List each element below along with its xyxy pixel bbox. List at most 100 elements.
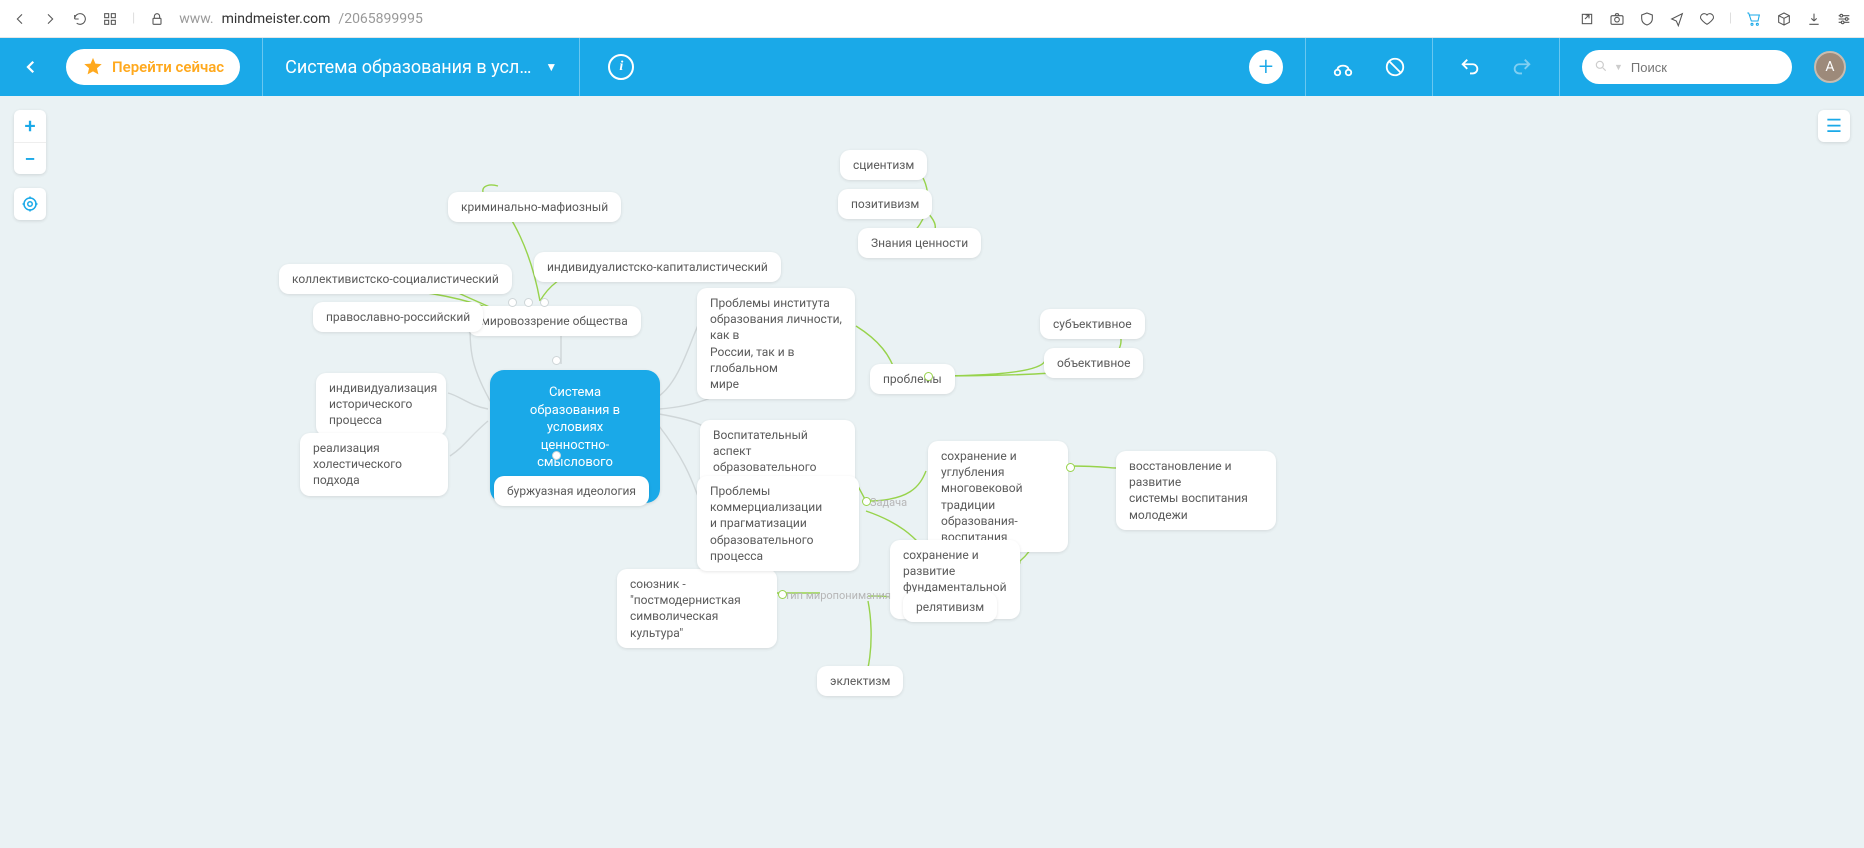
divider [1305, 38, 1306, 96]
forward-icon[interactable] [42, 11, 58, 27]
map-title: Система образования в усл… [285, 57, 531, 78]
chevron-down-icon[interactable]: ▼ [1614, 62, 1623, 73]
connector-dot [552, 451, 561, 460]
cube-icon[interactable] [1776, 11, 1792, 27]
node-label: индивидуалистско-капиталистический [547, 260, 768, 274]
node-label: союзник - "постмодернисткая символическа… [630, 577, 741, 640]
node-label: Проблемы коммерциализации и прагматизаци… [710, 484, 822, 563]
send-icon[interactable] [1669, 11, 1685, 27]
divider [262, 38, 263, 96]
camera-icon[interactable] [1609, 11, 1625, 27]
recenter-button[interactable] [14, 188, 46, 220]
search-input[interactable] [1629, 59, 1809, 76]
node-krim[interactable]: криминально-мафиозный [448, 192, 621, 222]
floating-label-worldview: тип миропонимания [785, 589, 891, 602]
node-problems-comm[interactable]: Проблемы коммерциализации и прагматизаци… [697, 476, 859, 571]
info-button[interactable]: i [608, 54, 634, 80]
browser-bar: | www.mindmeister.com/2065899995 | [0, 0, 1864, 38]
node-eklekt[interactable]: эклектизм [817, 666, 903, 696]
node-label: проблемы [883, 372, 942, 386]
upgrade-label: Перейти сейчас [112, 58, 224, 76]
back-icon[interactable] [12, 11, 28, 27]
heart-icon[interactable] [1699, 11, 1715, 27]
node-label: православно-российский [326, 310, 470, 324]
chevron-down-icon[interactable]: ▼ [545, 60, 557, 74]
node-label: Система образования в условиях ценностно… [530, 385, 620, 488]
connector-dot [1066, 463, 1075, 472]
connections-button[interactable] [1328, 52, 1358, 82]
node-pravosl[interactable]: православно-российский [313, 302, 483, 332]
node-indiv-hist[interactable]: индивидуализация исторического процесса [316, 373, 446, 436]
divider [1559, 38, 1560, 96]
avatar-initial: А [1825, 59, 1834, 75]
app-back-button[interactable] [18, 54, 44, 80]
url-bar[interactable]: www. mindmeister.com/2065899995 [179, 11, 423, 27]
node-label: сохранение и углубления многовековой тра… [941, 449, 1023, 544]
divider [1432, 38, 1433, 96]
node-subj[interactable]: субъективное [1040, 309, 1145, 339]
node-positiv[interactable]: позитивизм [838, 189, 932, 219]
node-holist[interactable]: реализация холестического подхода [300, 433, 448, 496]
node-label: восстановление и развитие системы воспит… [1129, 459, 1248, 522]
node-label: субъективное [1053, 317, 1132, 331]
upgrade-button[interactable]: Перейти сейчас [66, 49, 240, 85]
node-burzh[interactable]: буржуазная идеология [494, 476, 649, 506]
block-button[interactable] [1380, 52, 1410, 82]
node-vosst[interactable]: восстановление и развитие системы воспит… [1116, 451, 1276, 530]
node-label: Знания ценности [871, 236, 968, 250]
node-problems-inst[interactable]: Проблемы института образования личности,… [697, 288, 855, 399]
node-sohr-trad[interactable]: сохранение и углубления многовековой тра… [928, 441, 1068, 552]
node-mirov[interactable]: мировоззрение общества [468, 306, 641, 336]
node-znaniya[interactable]: Знания ценности [858, 228, 981, 258]
undo-button[interactable] [1455, 52, 1485, 82]
node-scient[interactable]: сциентизм [840, 150, 927, 180]
connector-dot [524, 298, 533, 307]
node-indiv-cap[interactable]: индивидуалистско-капиталистический [534, 252, 781, 282]
map-title-area[interactable]: Система образования в усл… ▼ [285, 57, 557, 78]
node-label: индивидуализация исторического процесса [329, 381, 437, 427]
lock-icon [149, 11, 165, 27]
url-prefix: www. [179, 11, 213, 27]
node-label: Проблемы института образования личности,… [710, 296, 842, 391]
node-label: эклектизм [830, 674, 890, 688]
connector-dot [924, 372, 933, 381]
node-label: криминально-мафиозный [461, 200, 608, 214]
avatar[interactable]: А [1814, 51, 1846, 83]
connector-dot [540, 298, 549, 307]
download-icon[interactable] [1806, 11, 1822, 27]
zoom-controls: + − [14, 110, 46, 174]
node-label: коллективистско-социалистический [292, 272, 499, 286]
connector-dot [508, 298, 517, 307]
app-topbar: Перейти сейчас Система образования в усл… [0, 38, 1864, 96]
node-problemy[interactable]: проблемы [870, 364, 955, 394]
zoom-out-button[interactable]: − [14, 142, 46, 174]
connector-dot [862, 497, 871, 506]
divider [579, 38, 580, 96]
node-relat[interactable]: релятивизм [903, 592, 997, 622]
node-label: позитивизм [851, 197, 919, 211]
shield-icon[interactable] [1639, 11, 1655, 27]
redo-button[interactable] [1507, 52, 1537, 82]
node-obj[interactable]: объективное [1044, 348, 1143, 378]
node-soyuz[interactable]: союзник - "постмодернисткая символическа… [617, 569, 777, 648]
reload-icon[interactable] [72, 11, 88, 27]
node-label: сциентизм [853, 158, 914, 172]
mindmap-canvas[interactable]: + − ☰ [0, 96, 1864, 848]
connector-dot [778, 590, 787, 599]
zoom-in-button[interactable]: + [14, 110, 46, 142]
node-kollekt[interactable]: коллективистско-социалистический [279, 264, 512, 294]
node-label: реализация холестического подхода [313, 441, 402, 487]
node-label: объективное [1057, 356, 1130, 370]
node-label: буржуазная идеология [507, 484, 636, 498]
url-domain: mindmeister.com [222, 11, 331, 27]
apps-icon[interactable] [102, 11, 118, 27]
search-icon [1594, 58, 1608, 77]
search-box[interactable]: ▼ [1582, 50, 1792, 84]
share-icon[interactable] [1579, 11, 1595, 27]
panel-toggle-button[interactable]: ☰ [1818, 110, 1850, 142]
floating-label-task: Задача [870, 496, 907, 509]
add-node-button[interactable]: + [1249, 50, 1283, 84]
settings-icon[interactable] [1836, 11, 1852, 27]
url-path: /2065899995 [338, 11, 422, 27]
cart-icon[interactable] [1746, 11, 1762, 27]
